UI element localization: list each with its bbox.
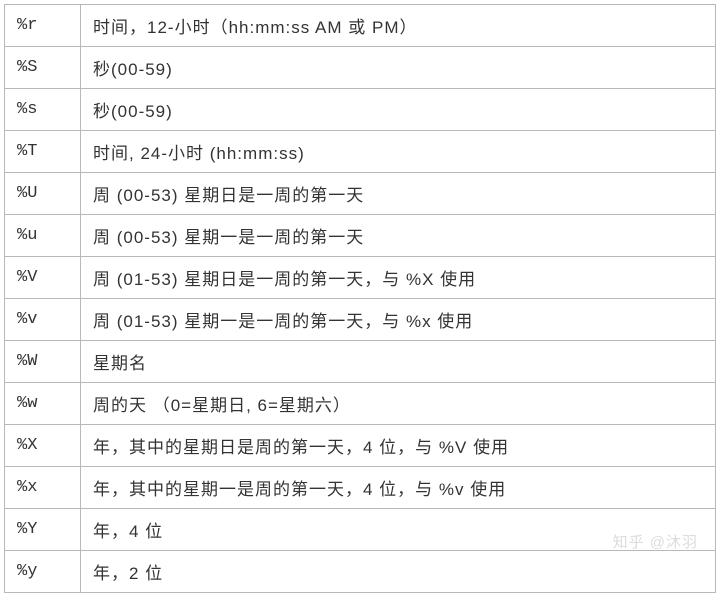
- format-description: 周 (01-53) 星期一是一周的第一天，与 %x 使用: [81, 299, 716, 341]
- table-row: %V 周 (01-53) 星期日是一周的第一天，与 %X 使用: [5, 257, 716, 299]
- format-code: %U: [5, 173, 81, 215]
- table-row: %r 时间，12-小时（hh:mm:ss AM 或 PM）: [5, 5, 716, 47]
- format-code: %x: [5, 467, 81, 509]
- format-description: 周 (01-53) 星期日是一周的第一天，与 %X 使用: [81, 257, 716, 299]
- format-code: %T: [5, 131, 81, 173]
- table-row: %W 星期名: [5, 341, 716, 383]
- format-description: 周的天 （0=星期日, 6=星期六）: [81, 383, 716, 425]
- format-description: 年，2 位: [81, 551, 716, 593]
- table-row: %T 时间, 24-小时 (hh:mm:ss): [5, 131, 716, 173]
- format-code: %V: [5, 257, 81, 299]
- format-code: %S: [5, 47, 81, 89]
- table-row: %X 年，其中的星期日是周的第一天，4 位，与 %V 使用: [5, 425, 716, 467]
- table-row: %x 年，其中的星期一是周的第一天，4 位，与 %v 使用: [5, 467, 716, 509]
- table-row: %Y 年，4 位: [5, 509, 716, 551]
- format-code: %r: [5, 5, 81, 47]
- format-description: 时间，12-小时（hh:mm:ss AM 或 PM）: [81, 5, 716, 47]
- format-code: %X: [5, 425, 81, 467]
- format-code: %s: [5, 89, 81, 131]
- table-row: %w 周的天 （0=星期日, 6=星期六）: [5, 383, 716, 425]
- format-description: 年，其中的星期日是周的第一天，4 位，与 %V 使用: [81, 425, 716, 467]
- format-description: 星期名: [81, 341, 716, 383]
- format-code: %W: [5, 341, 81, 383]
- format-description: 时间, 24-小时 (hh:mm:ss): [81, 131, 716, 173]
- format-description: 秒(00-59): [81, 47, 716, 89]
- format-code: %w: [5, 383, 81, 425]
- table-body: %r 时间，12-小时（hh:mm:ss AM 或 PM） %S 秒(00-59…: [5, 5, 716, 593]
- table-row: %y 年，2 位: [5, 551, 716, 593]
- format-description: 秒(00-59): [81, 89, 716, 131]
- table-row: %u 周 (00-53) 星期一是一周的第一天: [5, 215, 716, 257]
- format-description: 年，其中的星期一是周的第一天，4 位，与 %v 使用: [81, 467, 716, 509]
- table-row: %S 秒(00-59): [5, 47, 716, 89]
- format-code: %v: [5, 299, 81, 341]
- watermark-text: 知乎 @沐羽: [613, 531, 698, 552]
- table-row: %U 周 (00-53) 星期日是一周的第一天: [5, 173, 716, 215]
- format-code: %Y: [5, 509, 81, 551]
- format-code: %y: [5, 551, 81, 593]
- format-code: %u: [5, 215, 81, 257]
- table-row: %v 周 (01-53) 星期一是一周的第一天，与 %x 使用: [5, 299, 716, 341]
- table-row: %s 秒(00-59): [5, 89, 716, 131]
- format-specifier-table: %r 时间，12-小时（hh:mm:ss AM 或 PM） %S 秒(00-59…: [4, 4, 716, 593]
- format-description: 周 (00-53) 星期日是一周的第一天: [81, 173, 716, 215]
- format-description: 周 (00-53) 星期一是一周的第一天: [81, 215, 716, 257]
